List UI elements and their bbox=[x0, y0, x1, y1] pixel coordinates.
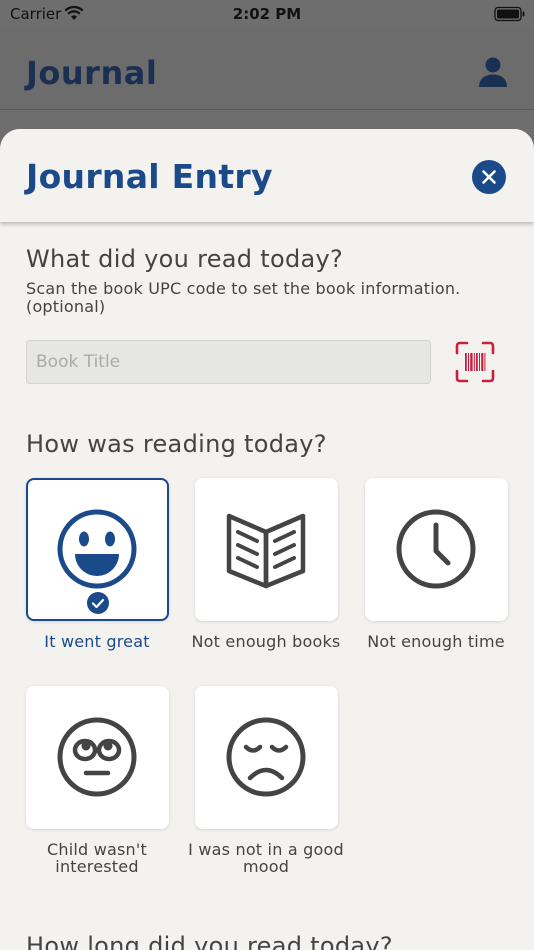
option-label-child-not-interested: Child wasn't interested bbox=[47, 840, 147, 876]
status-bar: Carrier 2:02 PM bbox=[0, 0, 534, 28]
sheet-title: Journal Entry bbox=[26, 157, 273, 196]
book-helper-text: Scan the book UPC code to set the book i… bbox=[26, 279, 461, 316]
app-title: Journal bbox=[26, 54, 158, 92]
selected-check-icon bbox=[87, 592, 109, 614]
barcode-scan-icon[interactable] bbox=[455, 341, 495, 383]
person-icon[interactable] bbox=[478, 56, 508, 88]
option-not-enough-time[interactable] bbox=[365, 478, 508, 621]
option-label-not-enough-time: Not enough time bbox=[367, 632, 505, 651]
open-book-icon bbox=[226, 513, 306, 589]
sad-face-icon bbox=[226, 717, 306, 797]
close-icon bbox=[482, 170, 496, 184]
option-label-it-went-great: It went great bbox=[44, 632, 150, 651]
battery-icon bbox=[494, 6, 525, 22]
option-it-went-great[interactable] bbox=[26, 478, 169, 621]
reading-section-heading: How was reading today? bbox=[26, 430, 327, 458]
happy-face-icon bbox=[57, 509, 137, 589]
close-button[interactable] bbox=[472, 160, 506, 194]
eye-roll-face-icon bbox=[57, 717, 137, 797]
duration-section-heading: How long did you read today? bbox=[26, 932, 393, 950]
option-label-not-good-mood: I was not in a good mood bbox=[188, 840, 344, 876]
clock-icon bbox=[396, 509, 476, 589]
option-not-enough-books[interactable] bbox=[195, 478, 338, 621]
book-section-heading: What did you read today? bbox=[26, 245, 344, 273]
option-child-not-interested[interactable] bbox=[26, 686, 169, 829]
option-label-not-enough-books: Not enough books bbox=[191, 632, 341, 651]
option-not-good-mood[interactable] bbox=[195, 686, 338, 829]
book-title-input[interactable] bbox=[26, 340, 431, 384]
app-header: Journal bbox=[0, 28, 534, 110]
sheet-header: Journal Entry bbox=[0, 129, 534, 222]
journal-entry-sheet: Journal Entry What did you read today? S… bbox=[0, 129, 534, 950]
clock-time: 2:02 PM bbox=[232, 5, 302, 23]
